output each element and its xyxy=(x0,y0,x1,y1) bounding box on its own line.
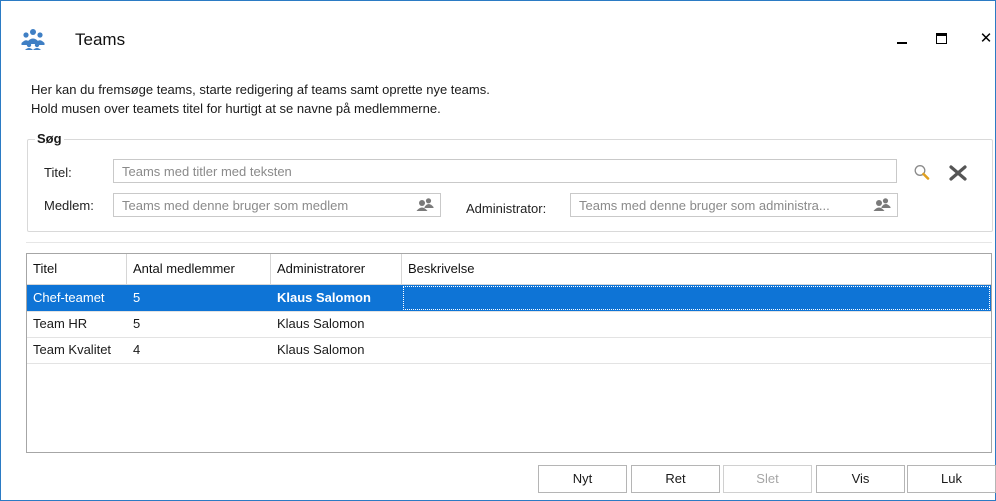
title-bar[interactable]: Teams ✕ xyxy=(1,1,995,50)
cell-beskrivelse xyxy=(402,311,991,337)
title-label: Titel: xyxy=(44,165,72,180)
edit-button[interactable]: Ret xyxy=(631,465,720,493)
cell-titel: Team HR xyxy=(33,316,88,331)
clear-icon[interactable] xyxy=(948,165,968,181)
table-row[interactable]: Chef-teamet 5 Klaus Salomon xyxy=(27,285,991,312)
cell-beskrivelse xyxy=(402,285,991,311)
column-header-titel[interactable]: Titel xyxy=(27,254,127,284)
cell-beskrivelse xyxy=(402,337,991,363)
column-header-beskrivelse[interactable]: Beskrivelse xyxy=(402,254,991,284)
separator xyxy=(26,242,992,243)
close-button[interactable]: Luk xyxy=(907,465,996,493)
intro-text: Her kan du fremsøge teams, starte redige… xyxy=(31,80,490,118)
maximize-icon xyxy=(935,32,947,44)
cell-titel: Chef-teamet xyxy=(33,290,105,305)
teams-window: Teams ✕ Her kan du fremsøge teams, start… xyxy=(0,0,996,501)
window-title: Teams xyxy=(75,30,126,49)
cell-titel: Team Kvalitet xyxy=(33,342,112,357)
cell-administratorer: Klaus Salomon xyxy=(277,290,371,305)
cell-antal: 5 xyxy=(133,290,141,305)
admin-label: Administrator: xyxy=(466,201,547,216)
search-icon[interactable] xyxy=(913,164,933,180)
intro-line-1: Her kan du fremsøge teams, starte redige… xyxy=(31,82,490,97)
intro-line-2: Hold musen over teamets titel for hurtig… xyxy=(31,101,441,116)
member-label: Medlem: xyxy=(44,198,94,213)
maximize-button[interactable] xyxy=(926,23,956,53)
delete-button[interactable]: Slet xyxy=(723,465,812,493)
search-group-title: Søg xyxy=(35,131,64,146)
title-search-input[interactable]: Teams med titler med teksten xyxy=(113,159,897,183)
user-pair-icon[interactable] xyxy=(415,197,435,213)
table-row[interactable]: Team HR 5 Klaus Salomon xyxy=(27,311,991,338)
cell-antal: 5 xyxy=(133,316,141,331)
user-pair-icon[interactable] xyxy=(872,197,892,213)
cell-administratorer: Klaus Salomon xyxy=(277,316,365,331)
column-header-antal-medlemmer[interactable]: Antal medlemmer xyxy=(127,254,271,284)
admin-search-input[interactable]: Teams med denne bruger som administra... xyxy=(570,193,898,217)
cell-administratorer: Klaus Salomon xyxy=(277,342,365,357)
minimize-icon xyxy=(897,42,907,44)
close-icon: ✕ xyxy=(979,30,993,47)
teams-table[interactable]: Titel Antal medlemmer Administratorer Be… xyxy=(26,253,992,453)
member-search-input[interactable]: Teams med denne bruger som medlem xyxy=(113,193,441,217)
column-header-administratorer[interactable]: Administratorer xyxy=(271,254,402,284)
people-group-icon xyxy=(21,29,45,50)
new-button[interactable]: Nyt xyxy=(538,465,627,493)
view-button[interactable]: Vis xyxy=(816,465,905,493)
close-window-button[interactable]: ✕ xyxy=(971,23,996,53)
table-row[interactable]: Team Kvalitet 4 Klaus Salomon xyxy=(27,337,991,364)
table-header: Titel Antal medlemmer Administratorer Be… xyxy=(27,254,991,285)
cell-antal: 4 xyxy=(133,342,141,357)
search-group xyxy=(27,139,993,232)
minimize-button[interactable] xyxy=(887,23,917,53)
